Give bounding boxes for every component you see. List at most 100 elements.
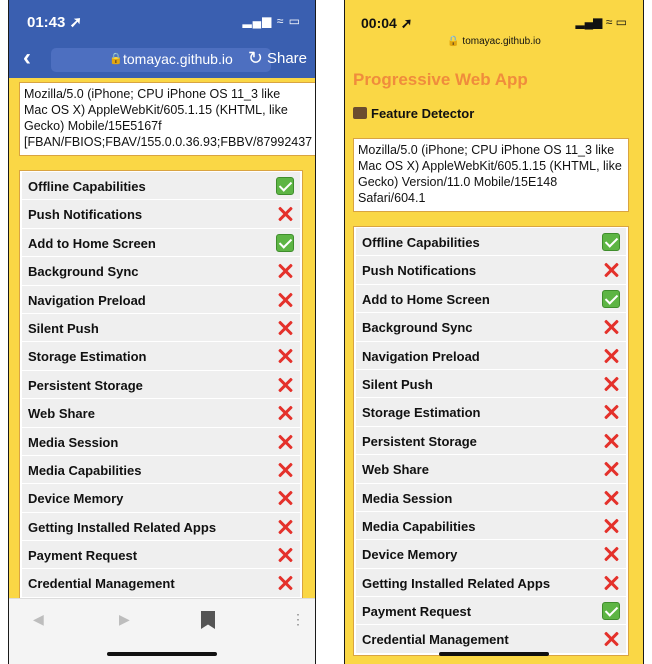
feature-label: Device Memory (28, 491, 124, 507)
feature-label: Background Sync (28, 264, 139, 280)
feature-row: Push Notifications (22, 200, 300, 229)
share-button[interactable]: Share (267, 50, 307, 67)
feature-label: Web Share (28, 406, 95, 422)
feature-label: Media Session (28, 434, 119, 450)
feature-row: Storage Estimation (22, 342, 300, 371)
feature-row: Push Notifications (356, 256, 626, 285)
feature-row: Media Session (356, 483, 626, 512)
bookmark-icon[interactable] (201, 611, 215, 629)
status-indicators: ▂▄▆ ≈ ▭ (575, 15, 627, 29)
feature-row: Add to Home Screen (22, 228, 300, 258)
feature-row: Payment Request (22, 541, 300, 570)
cross-icon (276, 574, 294, 592)
cross-icon (602, 460, 620, 478)
feature-label: Push Notifications (362, 263, 477, 279)
back-arrow-icon[interactable]: ◀ (33, 611, 44, 628)
feature-row: Credential Management (356, 625, 626, 654)
home-indicator (107, 652, 217, 656)
cross-icon (602, 574, 620, 592)
feature-label: Media Capabilities (362, 518, 476, 534)
cross-icon (276, 205, 294, 223)
facebook-browser-screen: 01:43 ➚ ▂▄▆ ≈ ▭ ‹ 🔒 tomayac.github.io ↻ … (8, 0, 316, 664)
user-agent-box: Mozilla/5.0 (iPhone; CPU iPhone OS 11_3 … (19, 82, 315, 156)
feature-label: Media Capabilities (28, 462, 142, 478)
feature-label: Persistent Storage (28, 377, 143, 393)
feature-row: Background Sync (22, 257, 300, 286)
cross-icon (276, 433, 294, 451)
check-icon (276, 177, 294, 195)
cross-icon (276, 262, 294, 280)
cross-icon (602, 261, 620, 279)
cross-icon (276, 489, 294, 507)
feature-row: Web Share (356, 455, 626, 484)
feature-row: Silent Push (356, 369, 626, 399)
page-title: Progressive Web App (353, 70, 528, 89)
cross-icon (276, 376, 294, 394)
feature-row: Add to Home Screen (356, 284, 626, 314)
check-icon (602, 602, 620, 621)
pwa-standalone-screen: 00:04 ➚ ▂▄▆ ≈ ▭ 🔒 tomayac.github.io Prog… (344, 0, 644, 664)
check-icon (602, 233, 620, 251)
feature-list: Offline Capabilities Push Notifications Ad… (19, 170, 303, 600)
check-icon (602, 289, 620, 308)
feature-row: Navigation Preload (22, 285, 300, 314)
feature-label: Add to Home Screen (28, 235, 156, 251)
cross-icon (602, 403, 620, 421)
user-agent-line: Gecko) Mobile/15E5167f (24, 119, 162, 133)
browser-nav-bar: ‹ 🔒 tomayac.github.io ↻ Share (9, 40, 315, 78)
cross-icon (276, 319, 294, 337)
detective-icon (353, 107, 367, 119)
user-agent-line: Mozilla/5.0 (iPhone; CPU iPhone OS 11_3 … (24, 87, 281, 101)
url-bar[interactable]: 🔒 tomayac.github.io ↻ (51, 48, 271, 72)
cross-icon (602, 318, 620, 336)
cross-icon (602, 545, 620, 563)
cross-icon (602, 489, 620, 507)
feature-row: Device Memory (22, 484, 300, 513)
feature-label: Silent Push (362, 376, 433, 392)
status-bar: 01:43 ➚ ▂▄▆ ≈ ▭ (9, 0, 315, 40)
check-icon (276, 233, 294, 252)
feature-row: Silent Push (22, 313, 300, 343)
feature-label: Silent Push (28, 320, 99, 336)
feature-label: Background Sync (362, 320, 473, 336)
subtitle-text: Feature Detector (371, 106, 475, 121)
feature-row: Navigation Preload (356, 341, 626, 370)
cross-icon (602, 517, 620, 535)
feature-label: Navigation Preload (28, 292, 146, 308)
feature-label: Storage Estimation (28, 349, 147, 365)
forward-arrow-icon[interactable]: ▶ (119, 611, 130, 628)
feature-row: Getting Installed Related Apps (22, 512, 300, 542)
feature-label: Offline Capabilities (28, 179, 146, 194)
cross-icon (276, 347, 294, 365)
browser-bottom-bar: ◀ ▶ ⋮ (9, 598, 315, 664)
feature-label: Push Notifications (28, 207, 143, 223)
feature-label: Device Memory (362, 547, 458, 563)
feature-label: Getting Installed Related Apps (28, 519, 217, 535)
feature-label: Credential Management (362, 632, 509, 648)
cross-icon (276, 291, 294, 309)
page-subtitle: Feature Detector (353, 106, 474, 121)
lock-icon: 🔒 (109, 53, 123, 65)
home-indicator (439, 652, 549, 656)
feature-row: Offline Capabilities (356, 228, 626, 257)
reload-icon[interactable]: ↻ (248, 48, 263, 69)
chevron-left-icon[interactable]: ‹ (23, 44, 31, 72)
cross-icon (602, 347, 620, 365)
feature-row: Media Capabilities (22, 455, 300, 485)
more-menu-icon[interactable]: ⋮ (291, 611, 305, 628)
feature-row: Getting Installed Related Apps (356, 568, 626, 598)
feature-row: Web Share (22, 399, 300, 428)
feature-label: Add to Home Screen (362, 291, 490, 307)
cross-icon (276, 404, 294, 422)
user-agent-box: Mozilla/5.0 (iPhone; CPU iPhone OS 11_3 … (353, 138, 629, 212)
cross-icon (276, 518, 294, 536)
user-agent-line: Mac OS X) AppleWebKit/605.1.15 (KHTML, l… (24, 103, 288, 117)
feature-label: Offline Capabilities (362, 235, 480, 250)
feature-label: Payment Request (28, 548, 138, 564)
status-time: 01:43 ➚ (27, 14, 83, 31)
status-time: 00:04 ➚ (361, 15, 413, 31)
feature-label: Payment Request (362, 604, 472, 620)
feature-row: Persistent Storage (356, 426, 626, 456)
cross-icon (602, 432, 620, 450)
feature-label: Web Share (362, 462, 429, 478)
